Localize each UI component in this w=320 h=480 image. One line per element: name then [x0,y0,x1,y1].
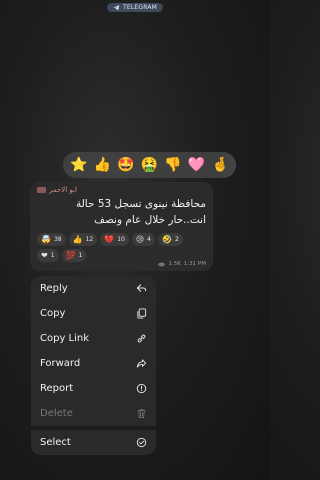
reaction-chip[interactable]: 🤯 38 [37,233,66,246]
menu-item-label: Copy [40,308,66,319]
reaction-heart[interactable]: 🩷 [188,158,205,172]
reaction-chip-emoji: 👍 [72,235,83,244]
reaction-chip[interactable]: 👍 12 [68,233,98,246]
sender-flag-icon [37,187,46,193]
reaction-vomit[interactable]: 🤮 [141,158,158,172]
menu-item-copy-link[interactable]: Copy Link [31,326,156,351]
reaction-chip-count: 1 [50,252,55,259]
reaction-chip-count: 12 [85,236,94,243]
reply-icon [136,283,147,294]
menu-item-label: Report [40,383,74,394]
menu-item-label: Delete [40,408,73,419]
badge-label: TELEGRAM [122,4,158,11]
check-circle-icon [136,437,147,448]
menu-item-label: Forward [40,358,81,369]
view-count: 1.5K [168,261,181,267]
menu-item-report[interactable]: Report [31,376,156,401]
report-icon [136,383,147,394]
reaction-chip-count: 4 [147,236,151,243]
reaction-star[interactable]: ⭐ [70,158,87,172]
reaction-fade [220,152,236,178]
menu-item-reply[interactable]: Reply [31,276,156,301]
sender-row: ابو الاحمر [37,186,206,194]
copy-icon [136,308,147,319]
message-meta: 1.5K 1:31 PM [158,261,206,267]
reaction-chip-emoji: 😢 [135,235,145,244]
reaction-chip-count: 10 [117,236,125,243]
telegram-badge: TELEGRAM [106,3,164,12]
reaction-chip-count: 38 [53,236,62,243]
reaction-chip-emoji: ❤ [41,251,48,260]
menu-item-label: Select [40,437,71,448]
reaction-thumbs-up[interactable]: 👍 [94,158,111,172]
context-menu: Reply Copy Copy Link Forward Report Dele… [31,276,156,455]
reaction-chip[interactable]: 💯 1 [61,249,87,262]
reaction-picker: ⭐ 👍 🤩 🤮 👎 🩷 🤞 [63,152,236,178]
reaction-thumbs-down[interactable]: 👎 [164,158,181,172]
message-time: 1:31 PM [183,261,206,267]
link-icon [136,333,147,344]
trash-icon [136,408,147,419]
menu-item-label: Reply [40,283,68,294]
menu-item-delete: Delete [31,401,156,426]
forward-icon [136,358,147,369]
reaction-chip-count: 2 [174,236,179,243]
menu-item-label: Copy Link [40,333,90,344]
reaction-chip[interactable]: 😢 4 [131,233,155,246]
reaction-chip-emoji: 🤯 [41,235,51,244]
reaction-chip[interactable]: ❤ 1 [37,249,59,262]
eye-icon [158,262,166,266]
reaction-chip[interactable]: 💔 10 [100,233,129,246]
sender-name[interactable]: ابو الاحمر [49,186,77,194]
reaction-star-struck[interactable]: 🤩 [117,158,134,172]
reaction-chip-emoji: 💔 [104,235,115,244]
message-reactions: 🤯 38 👍 12 💔 10 😢 4 🤣 2 ❤ 1 💯 1 [37,233,206,262]
menu-item-forward[interactable]: Forward [31,351,156,376]
message-text: محافظة نينوى تسجل 53 حالة انت..حار خلال … [75,198,206,226]
menu-item-copy[interactable]: Copy [31,301,156,326]
telegram-icon [113,5,120,11]
message-bubble[interactable]: ابو الاحمر محافظة نينوى تسجل 53 حالة انت… [30,182,213,271]
menu-item-select[interactable]: Select [31,430,156,455]
reaction-chip-emoji: 💯 [65,251,76,260]
reaction-chip-emoji: 🤣 [162,235,172,244]
reaction-chip[interactable]: 🤣 2 [158,233,183,246]
reaction-chip-count: 1 [78,252,83,259]
